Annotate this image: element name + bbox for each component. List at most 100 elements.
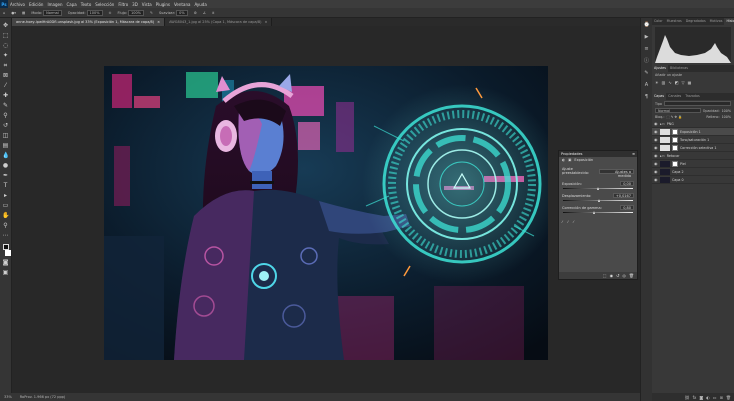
vibrance-icon[interactable]: ▽ xyxy=(682,80,685,85)
panel-tab[interactable]: Color xyxy=(652,18,665,25)
move-tool-icon[interactable]: ✥ xyxy=(2,22,9,29)
exposure-field[interactable]: 0,00 xyxy=(620,181,634,186)
new-adjustment-icon[interactable]: ◐ xyxy=(706,395,710,400)
actions-icon[interactable]: ▶ xyxy=(644,34,650,40)
link-icon[interactable]: ⛓ xyxy=(685,395,690,400)
history-icon[interactable]: ⌚ xyxy=(644,22,650,28)
offset-slider-knob[interactable] xyxy=(597,199,600,202)
offset-slider[interactable] xyxy=(563,199,633,202)
more-tools-icon[interactable]: ⋯ xyxy=(2,232,9,239)
layer-row[interactable]: ◉ Capa 0 xyxy=(652,176,734,184)
crop-tool-icon[interactable]: ⌗ xyxy=(2,62,9,69)
flow-field[interactable]: 100% xyxy=(128,9,145,16)
trash-icon[interactable]: 🗑 xyxy=(726,395,731,400)
exposure-slider[interactable] xyxy=(563,187,633,190)
menu-item[interactable]: Plugins xyxy=(154,2,172,7)
panel-tab[interactable]: Motivos xyxy=(708,18,725,25)
eye-icon[interactable]: ◉ xyxy=(654,137,658,142)
hue-saturation-icon[interactable]: ▦ xyxy=(688,80,692,85)
mask-icon[interactable]: ▣ xyxy=(568,158,571,162)
eye-icon[interactable]: ◉ xyxy=(654,177,658,182)
panel-tab[interactable]: Canales xyxy=(666,93,683,100)
preset-select[interactable]: Ajustes a medida xyxy=(599,168,634,178)
angle-icon[interactable]: ∠ xyxy=(203,11,206,15)
view-previous-icon[interactable]: ◉ xyxy=(610,273,614,278)
layer-mask-thumbnail[interactable] xyxy=(672,128,678,135)
info-icon[interactable]: ⓘ xyxy=(644,58,650,64)
panel-menu-icon[interactable]: ≡ xyxy=(632,152,635,156)
character-icon[interactable]: A xyxy=(644,82,650,88)
menu-item[interactable]: Ayuda xyxy=(192,2,208,7)
brush-preset-icon[interactable]: ●▾ xyxy=(11,11,16,15)
fill-value[interactable]: 100% xyxy=(722,115,731,119)
brush-tool-icon[interactable]: ✎ xyxy=(2,102,9,109)
zoom-tool-icon[interactable]: ⚲ xyxy=(2,222,9,229)
history-brush-tool-icon[interactable]: ↺ xyxy=(2,122,9,129)
clip-to-layer-icon[interactable]: ⬚ xyxy=(603,273,607,278)
panel-tab[interactable]: Histograma xyxy=(724,18,734,25)
fx-icon[interactable]: fx xyxy=(693,395,697,400)
layer-opacity-value[interactable]: 100% xyxy=(722,109,731,113)
layer-row[interactable]: ◉ Exposición 1 xyxy=(652,128,734,136)
layer-mask-thumbnail[interactable] xyxy=(672,144,678,151)
layer-row[interactable]: ◉ ▸▭ Retocar xyxy=(652,152,734,160)
menu-item[interactable]: Capa xyxy=(65,2,79,7)
close-icon[interactable]: × xyxy=(157,20,160,24)
menu-item[interactable]: Edición xyxy=(27,2,45,7)
exposure-slider-knob[interactable] xyxy=(596,187,599,190)
layer-mask-thumbnail[interactable] xyxy=(672,136,678,143)
screen-mode-icon[interactable]: ▣ xyxy=(2,269,9,276)
new-group-icon[interactable]: ▭ xyxy=(713,395,717,400)
opacity-field[interactable]: 100% xyxy=(86,9,103,16)
menu-item[interactable]: Vista xyxy=(140,2,154,7)
panel-tab[interactable]: Trazados xyxy=(683,93,701,100)
eye-icon[interactable]: ◉ xyxy=(654,153,658,158)
type-tool-icon[interactable]: T xyxy=(2,182,9,189)
smoothing-field[interactable]: 0% xyxy=(176,9,188,16)
eye-icon[interactable]: ◉ xyxy=(654,129,658,134)
path-select-tool-icon[interactable]: ▸ xyxy=(2,192,9,199)
document-image[interactable] xyxy=(104,66,548,360)
close-icon[interactable]: × xyxy=(264,20,267,24)
layer-mask-thumbnail[interactable] xyxy=(672,160,678,167)
lock-icons[interactable]: ⬚ ✎ ✥ 🔒 xyxy=(666,115,682,119)
menu-item[interactable]: Filtro xyxy=(116,2,130,7)
add-mask-icon[interactable]: ◙ xyxy=(699,395,703,400)
panel-tab[interactable]: Bibliotecas xyxy=(668,65,690,72)
quick-mask-icon[interactable]: ◙ xyxy=(2,259,9,266)
menu-item[interactable]: 3D xyxy=(130,2,140,7)
levels-icon[interactable]: ▥ xyxy=(662,80,666,85)
curves-icon[interactable]: ∿ xyxy=(668,80,671,85)
gamma-field[interactable]: 0,80 xyxy=(620,205,634,210)
mode-select[interactable]: Normal xyxy=(43,9,62,16)
layer-row[interactable]: ◉ Tono/saturación 1 xyxy=(652,136,734,144)
marquee-tool-icon[interactable]: ⬚ xyxy=(2,32,9,39)
eyedropper-black-icon[interactable]: ⁄ xyxy=(562,220,563,224)
properties-icon[interactable]: ≡ xyxy=(644,46,650,52)
brush-settings-icon[interactable]: ▦ xyxy=(22,11,25,15)
visibility-icon[interactable]: ◎ xyxy=(622,273,626,278)
eye-icon[interactable]: ◉ xyxy=(654,169,658,174)
eyedropper-gray-icon[interactable]: ⁄ xyxy=(568,220,569,224)
home-icon[interactable]: ⌂ xyxy=(3,11,5,15)
gear-icon[interactable]: ⚙ xyxy=(194,11,197,15)
document-tab[interactable]: anne-hoey-ipwlHrA0Dfl-unsplash.jpg al 33… xyxy=(12,18,166,26)
blur-tool-icon[interactable]: 💧 xyxy=(2,152,9,159)
shape-tool-icon[interactable]: ▭ xyxy=(2,202,9,209)
new-layer-icon[interactable]: ⊞ xyxy=(720,395,723,400)
gamma-slider[interactable] xyxy=(563,211,633,214)
panel-tab[interactable]: Capas xyxy=(652,93,667,100)
layer-row[interactable]: ◉ Corrección selectiva 1 xyxy=(652,144,734,152)
filter-kind-select[interactable] xyxy=(663,101,731,106)
eyedropper-white-icon[interactable]: ⁄ xyxy=(573,220,574,224)
exposure-icon[interactable]: ◩ xyxy=(675,80,679,85)
photoshop-logo-icon[interactable]: Ps xyxy=(0,0,8,8)
layer-row[interactable]: ◉ Capa 2 xyxy=(652,168,734,176)
reset-icon[interactable]: ↺ xyxy=(616,273,619,278)
quick-select-tool-icon[interactable]: ✦ xyxy=(2,52,9,59)
eye-icon[interactable]: ◉ xyxy=(654,161,658,166)
dodge-tool-icon[interactable]: ● xyxy=(2,162,9,169)
layer-row[interactable]: ◉ Piel xyxy=(652,160,734,168)
menu-item[interactable]: Ventana xyxy=(172,2,192,7)
eye-icon[interactable]: ◉ xyxy=(654,121,658,126)
